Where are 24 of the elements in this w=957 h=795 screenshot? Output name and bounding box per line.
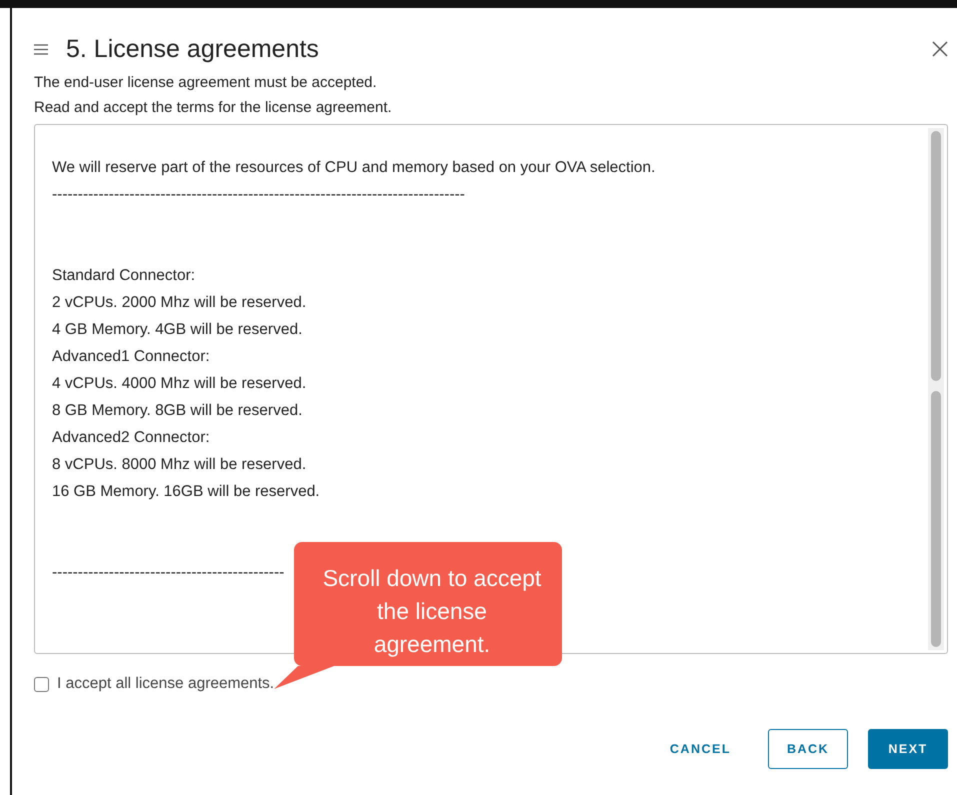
accept-label: I accept all license agreements.: [57, 675, 274, 693]
license-line: Advanced1 Connector:: [52, 347, 210, 367]
dialog-button[interactable]: NEXT: [868, 729, 948, 769]
dialog-button[interactable]: BACK: [768, 729, 848, 769]
license-line: 4 GB Memory. 4GB will be reserved.: [52, 320, 302, 340]
license-line: 2 vCPUs. 2000 Mhz will be reserved.: [52, 293, 306, 313]
accept-checkbox[interactable]: [34, 676, 49, 692]
notice-text: The end-user license agreement must be accepted.: [34, 74, 378, 91]
license-line: --------------------------------------------------------------------------------: [52, 185, 465, 205]
license-line: ---------------------------------------------: [52, 563, 284, 583]
license-line: 8 GB Memory. 8GB will be reserved.: [52, 401, 302, 421]
close-icon[interactable]: [932, 41, 948, 57]
dialog-button[interactable]: CANCEL: [652, 729, 748, 769]
scrollbar[interactable]: [928, 128, 944, 650]
license-line: Standard Connector:: [52, 266, 196, 286]
dialog-title: 5. License agreements: [66, 34, 320, 64]
license-line: 4 vCPUs. 4000 Mhz will be reserved.: [52, 374, 306, 394]
callout-text: Scroll down to accept the license agreement.: [322, 564, 542, 659]
license-line: Advanced2 Connector:: [52, 428, 210, 448]
menu-icon[interactable]: [34, 44, 48, 54]
license-line: 16 GB Memory. 16GB will be reserved.: [52, 482, 320, 502]
license-line: 8 vCPUs. 8000 Mhz will be reserved.: [52, 455, 306, 475]
instruction-text: Read and accept the terms for the license agreement.: [34, 99, 393, 116]
license-line: We will reserve part of the resources of CPU and memory based on your OVA selection.: [52, 158, 656, 178]
